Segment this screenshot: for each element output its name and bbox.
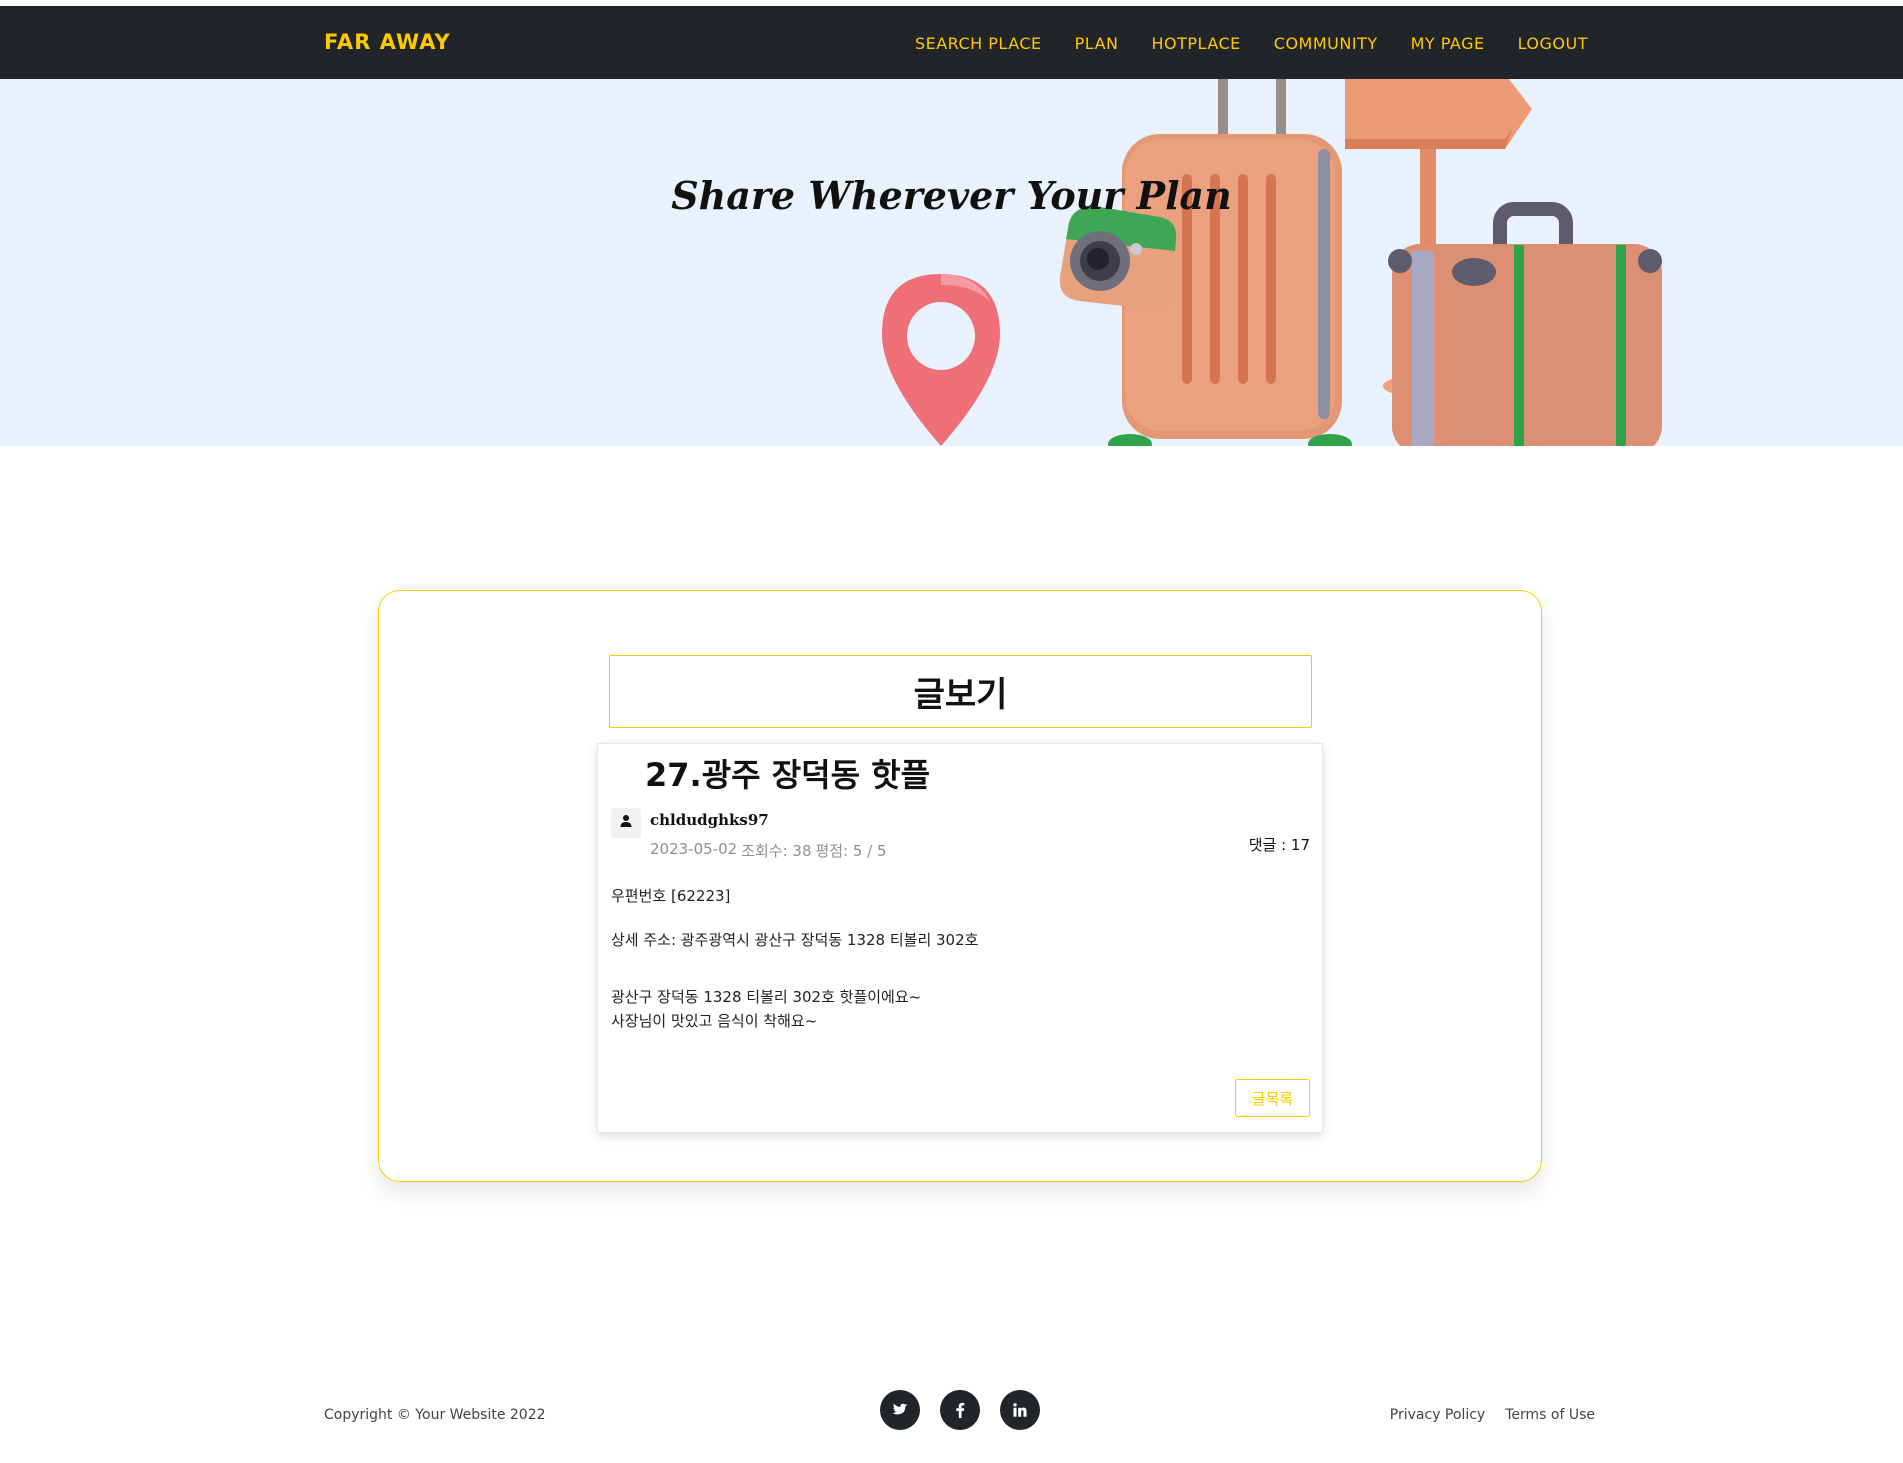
nav-plan[interactable]: PLAN: [1075, 34, 1119, 53]
view-header: 글보기: [609, 655, 1312, 728]
privacy-policy-link[interactable]: Privacy Policy: [1390, 1407, 1485, 1423]
post-content: 우편번호 [62223] 상세 주소: 광주광역시 광산구 장덕동 1328 티…: [611, 884, 978, 1033]
list-button[interactable]: 글목록: [1235, 1079, 1310, 1117]
terms-of-use-link[interactable]: Terms of Use: [1505, 1407, 1595, 1423]
nav-logout[interactable]: LOGOUT: [1518, 34, 1588, 53]
post-rating: 평점: 5 / 5: [815, 842, 887, 860]
detail-address: 상세 주소: 광주광역시 광산구 장덕동 1328 티볼리 302호: [611, 931, 979, 949]
footer-links: Privacy Policy Terms of Use: [1390, 1407, 1595, 1423]
body-line-1: 광산구 장덕동 1328 티볼리 302호 핫플이에요~: [611, 988, 922, 1006]
post-title: 27.광주 장덕동 핫플: [645, 756, 931, 794]
facebook-icon[interactable]: [940, 1390, 980, 1430]
social-links: [880, 1390, 1040, 1430]
hero-banner: Share Wherever Your Plan: [0, 79, 1903, 446]
twitter-icon[interactable]: [880, 1390, 920, 1430]
linkedin-icon[interactable]: [1000, 1390, 1040, 1430]
hero-title: Share Wherever Your Plan: [671, 173, 1232, 218]
nav-hotplace[interactable]: HOTPLACE: [1152, 34, 1241, 53]
nav-my-page[interactable]: MY PAGE: [1411, 34, 1485, 53]
small-suitcase-illustration: [1388, 202, 1662, 446]
post-meta: 2023-05-02 조회수: 38 평점: 5 / 5: [650, 840, 887, 861]
navbar: FAR AWAY SEARCH PLACE PLAN HOTPLACE COMM…: [0, 6, 1903, 79]
nav-community[interactable]: COMMUNITY: [1274, 34, 1378, 53]
post-date: 2023-05-02: [650, 840, 738, 858]
nav-search-place[interactable]: SEARCH PLACE: [915, 34, 1042, 53]
nav-links: SEARCH PLACE PLAN HOTPLACE COMMUNITY MY …: [915, 34, 1588, 53]
footer: Copyright © Your Website 2022 Privacy Po…: [0, 1390, 1903, 1450]
user-icon: [619, 814, 633, 833]
camera-illustration: [1059, 206, 1177, 310]
comment-count: 댓글 : 17: [1248, 836, 1310, 854]
postal-code: 우편번호 [62223]: [611, 887, 731, 905]
copyright: Copyright © Your Website 2022: [324, 1407, 546, 1423]
post-views: 조회수: 38: [741, 842, 812, 860]
post-card: 27.광주 장덕동 핫플 chldudghks97 2023-05-02 조회수…: [597, 743, 1323, 1133]
avatar: [611, 808, 641, 838]
post-author: chldudghks97: [650, 811, 769, 829]
brand-logo[interactable]: FAR AWAY: [324, 30, 451, 54]
body-line-2: 사장님이 맛있고 음식이 착해요~: [611, 1012, 818, 1030]
location-pin-illustration: [882, 274, 1000, 446]
hero-illustration: [882, 79, 1662, 446]
